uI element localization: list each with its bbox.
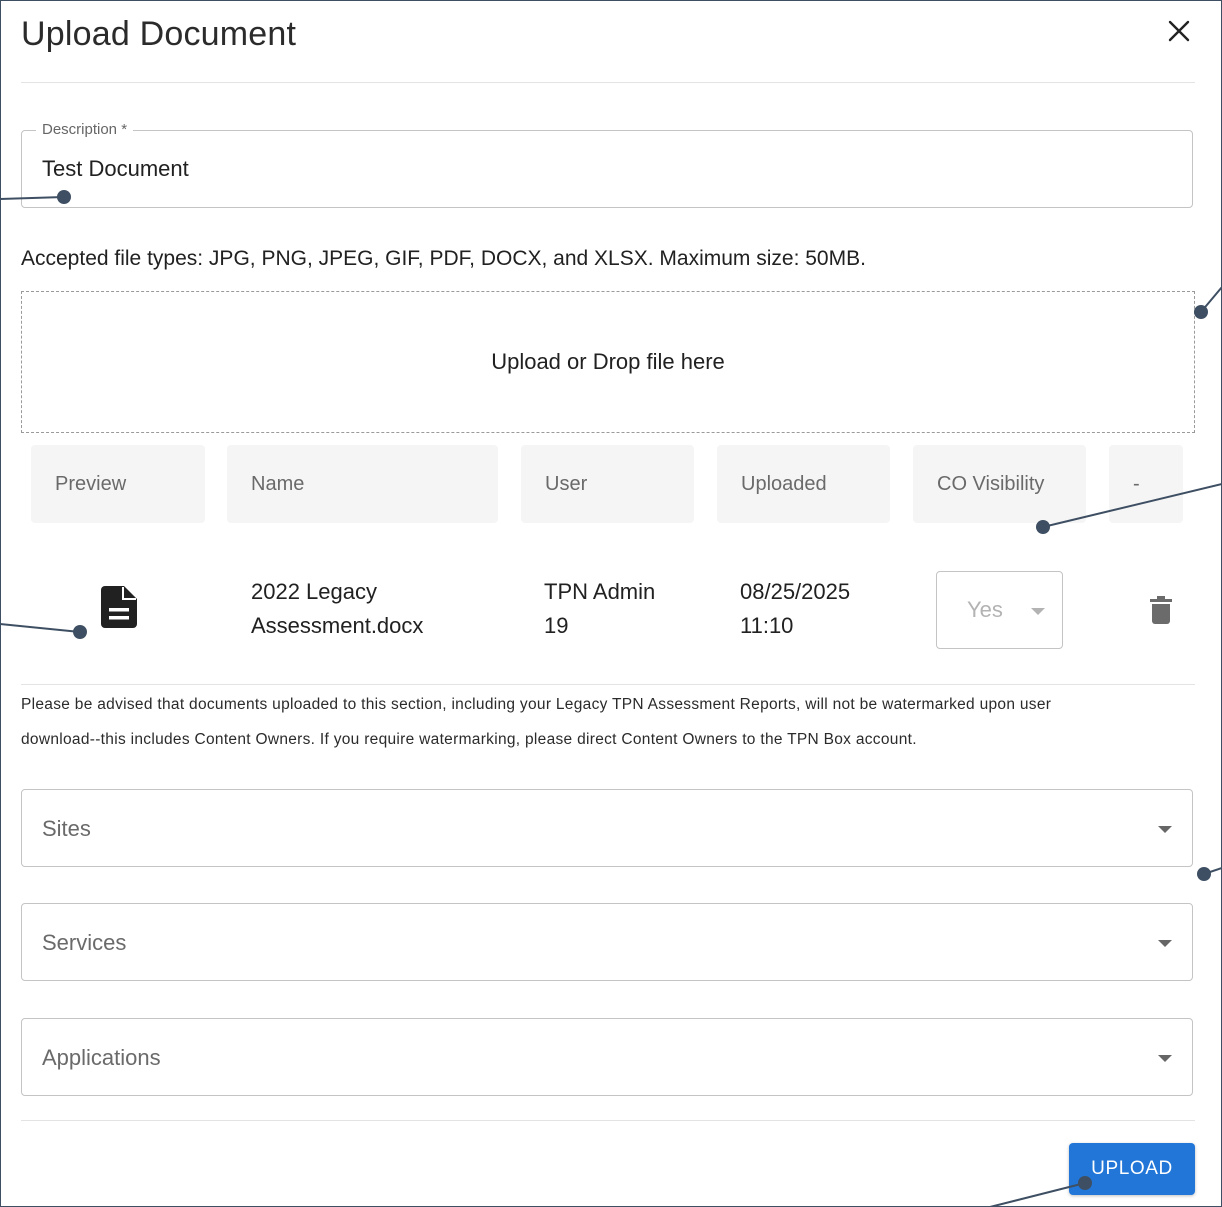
chevron-down-icon [1158,1055,1172,1062]
dropzone-label: Upload or Drop file here [491,349,725,374]
document-icon [101,586,137,628]
close-icon [1168,20,1190,42]
file-name-line1: 2022 Legacy [251,579,377,604]
accepted-file-types-text: Accepted file types: JPG, PNG, JPEG, GIF… [21,247,866,270]
chevron-down-icon [1031,608,1045,615]
description-field[interactable]: Description * Test Document [21,121,1193,208]
user-cell: TPN Admin 19 [544,575,655,643]
applications-label: Applications [42,1045,161,1070]
user-line1: TPN Admin [544,579,656,604]
description-label: Description * [36,121,134,138]
user-line2: 19 [544,613,569,638]
file-name-line2: Assessment.docx [251,613,424,638]
file-name-cell: 2022 Legacy Assessment.docx [251,575,423,643]
advisory-line1: Please be advised that documents uploade… [21,696,1052,713]
upload-document-dialog: Upload Document Description * Test Docum… [0,0,1222,1207]
footer-divider [21,1120,1195,1121]
services-label: Services [42,930,127,955]
uploaded-date: 08/25/2025 [740,579,851,604]
description-value[interactable]: Test Document [42,156,189,182]
trash-icon[interactable] [1150,596,1172,624]
column-header-co-visibility: CO Visibility [913,445,1086,523]
column-header-actions: - [1109,445,1183,523]
column-header-uploaded: Uploaded [717,445,890,523]
watermark-advisory: Please be advised that documents uploade… [21,687,1201,757]
uploaded-time: 11:10 [740,613,794,638]
column-header-preview: Preview [31,445,205,523]
upload-button[interactable]: UPLOAD [1069,1143,1195,1195]
co-visibility-value: Yes [967,597,1003,622]
applications-select[interactable]: Applications [21,1018,1193,1096]
header-divider [21,82,1195,83]
column-header-user: User [521,445,694,523]
co-visibility-select[interactable]: Yes [936,571,1063,649]
table-divider [21,684,1195,685]
dialog-title: Upload Document [21,15,297,53]
uploaded-cell: 08/25/2025 11:10 [740,575,850,643]
advisory-line2: download--this includes Content Owners. … [21,731,917,748]
sites-label: Sites [42,816,91,841]
chevron-down-icon [1158,940,1172,947]
close-button[interactable] [1161,13,1197,49]
chevron-down-icon [1158,826,1172,833]
services-select[interactable]: Services [21,903,1193,981]
column-header-name: Name [227,445,498,523]
file-dropzone[interactable]: Upload or Drop file here [21,291,1195,433]
sites-select[interactable]: Sites [21,789,1193,867]
